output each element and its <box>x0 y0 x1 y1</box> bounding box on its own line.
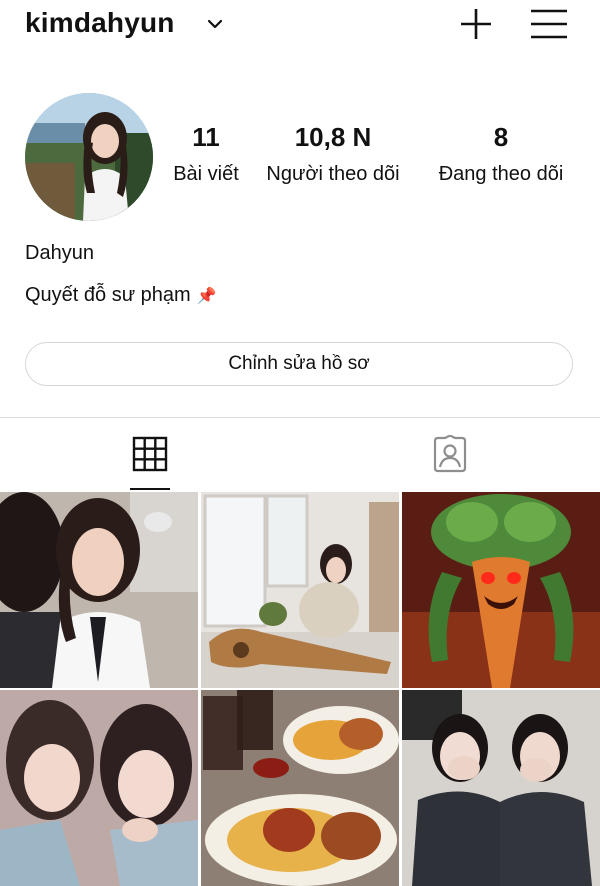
active-tab-indicator <box>130 488 170 490</box>
followers-label[interactable]: Người theo dõi <box>256 160 410 188</box>
top-bar: kimdahyun <box>0 0 600 50</box>
username-title[interactable]: kimdahyun <box>25 7 175 39</box>
bio-text: Quyết đỗ sư phạm <box>25 284 191 306</box>
following-count[interactable]: 8 <box>424 120 578 154</box>
bio: Quyết đỗ sư phạm 📌 <box>25 284 217 307</box>
edit-profile-button[interactable]: Chỉnh sửa hồ sơ <box>25 342 573 386</box>
following-label[interactable]: Đang theo dõi <box>424 160 578 188</box>
post-thumbnail-5[interactable] <box>201 690 399 886</box>
post-thumbnail-2[interactable] <box>201 492 399 688</box>
tagged-person-icon <box>433 435 467 473</box>
display-name: Dahyun <box>25 242 94 264</box>
stat-followers[interactable]: 10,8 N Người theo dõi <box>256 120 410 188</box>
chevron-down-icon[interactable] <box>206 17 224 31</box>
tab-tagged[interactable] <box>300 418 600 490</box>
post-thumbnail-3[interactable] <box>402 492 600 688</box>
followers-count[interactable]: 10,8 N <box>256 120 410 154</box>
posts-count: 11 <box>192 122 220 152</box>
stat-following[interactable]: 8 Đang theo dõi <box>424 120 578 188</box>
post-thumbnail-6[interactable] <box>402 690 600 886</box>
post-thumbnail-4[interactable] <box>0 690 198 886</box>
pushpin-icon: 📌 <box>196 288 217 305</box>
post-grid <box>0 492 600 886</box>
avatar[interactable] <box>25 93 153 221</box>
hamburger-menu-icon[interactable] <box>528 6 570 42</box>
grid-icon <box>132 436 168 472</box>
plus-icon[interactable] <box>458 6 494 42</box>
tab-posts-grid[interactable] <box>0 418 300 490</box>
post-thumbnail-1[interactable] <box>0 492 198 688</box>
posts-label: Bài viết <box>173 163 239 185</box>
stat-posts: 11 Bài viết <box>160 120 252 188</box>
